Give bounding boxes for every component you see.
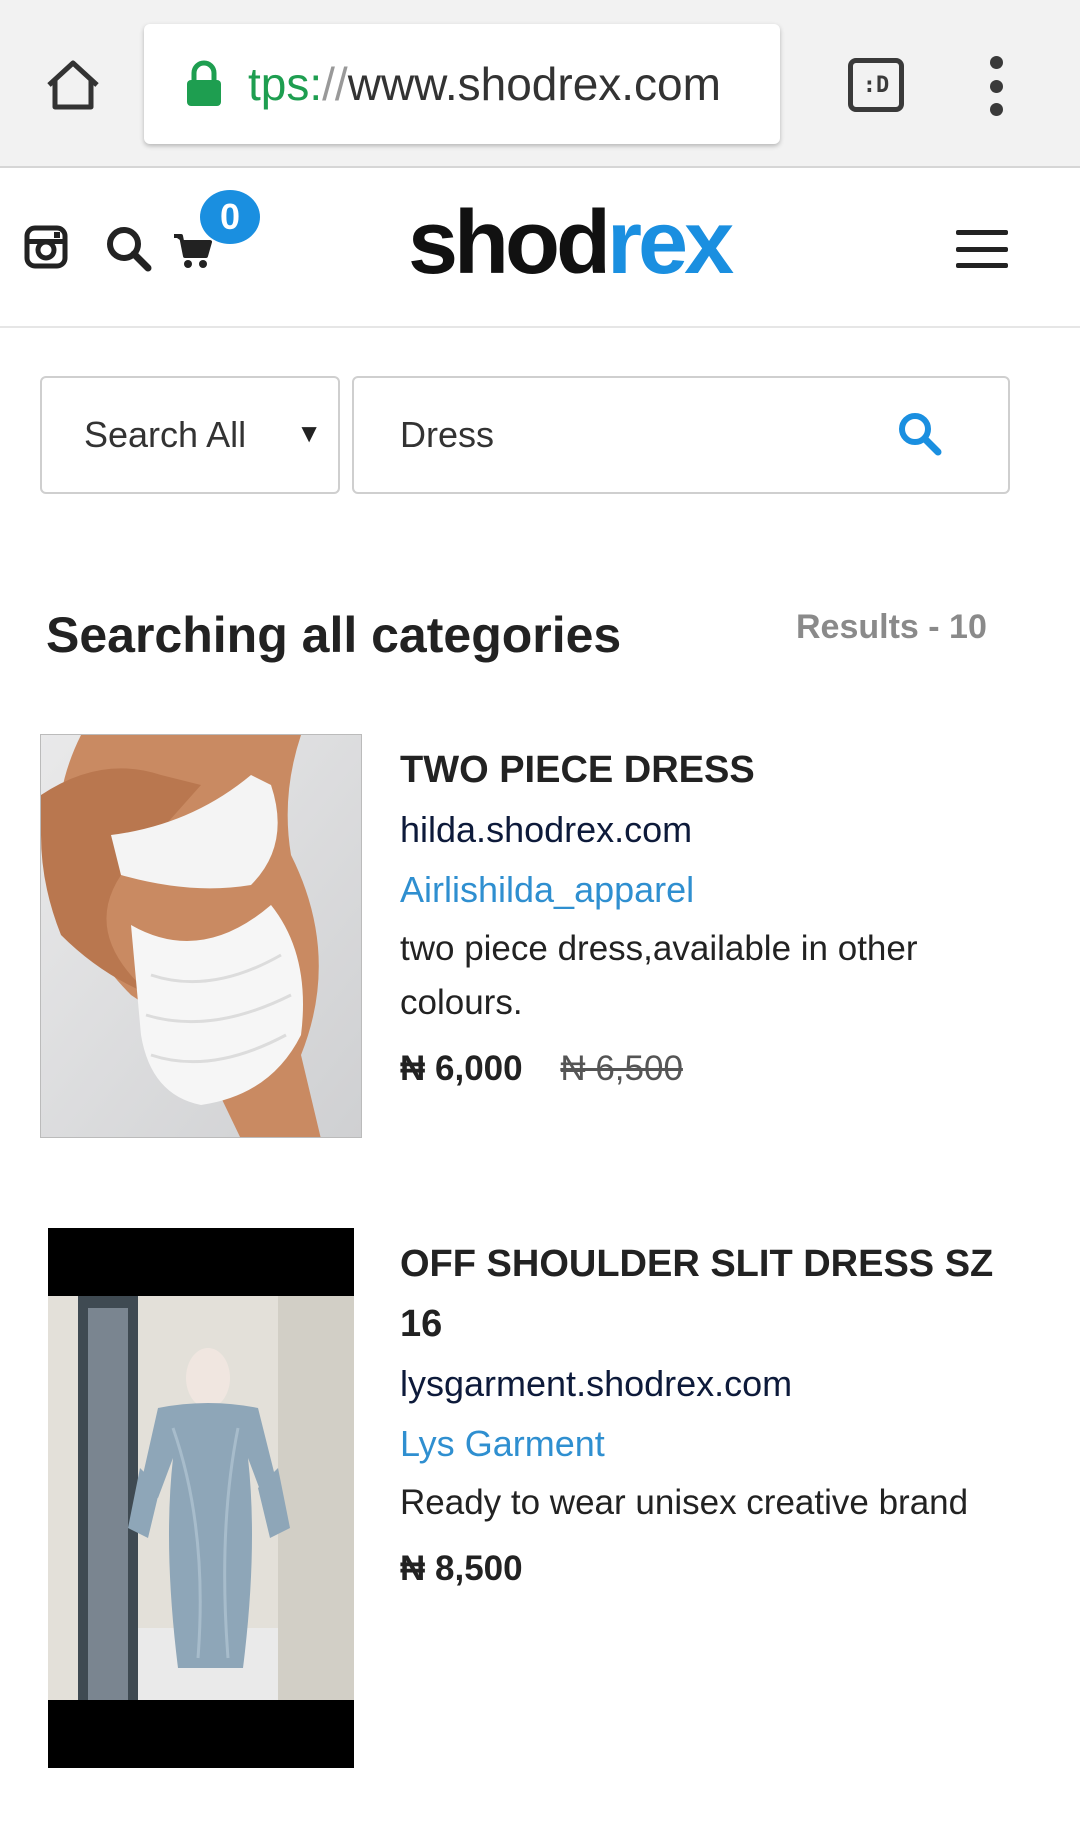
lock-icon	[187, 60, 221, 106]
product-title[interactable]: OFF SHOULDER SLIT DRESS SZ 16	[400, 1234, 1040, 1354]
product-info: TWO PIECE DRESS hilda.shodrex.com Airlis…	[400, 740, 1040, 1094]
url-text: tps://www.shodrex.com	[248, 57, 721, 111]
home-button[interactable]	[38, 50, 108, 120]
seller-link[interactable]: Airlishilda_apparel	[400, 860, 1040, 920]
cart-count-badge[interactable]: 0	[200, 190, 260, 244]
product-card[interactable]: OFF SHOULDER SLIT DRESS SZ 16 lysgarment…	[0, 1228, 1080, 1768]
browser-toolbar: tps://www.shodrex.com :D	[0, 0, 1080, 168]
product-description: two piece dress,available in other colou…	[400, 929, 918, 1022]
menu-line	[956, 246, 1008, 252]
results-count: Results - 10	[796, 608, 987, 646]
product-card[interactable]: TWO PIECE DRESS hilda.shodrex.com Airlis…	[0, 734, 1080, 1144]
menu-line	[956, 230, 1008, 235]
product-photo-blue-dress	[48, 1228, 354, 1768]
search-submit-icon[interactable]	[894, 408, 946, 460]
cart-icon[interactable]	[172, 232, 214, 270]
dot-icon	[989, 79, 1003, 93]
logo-text-blue: rex	[606, 193, 734, 293]
site-header: 0 shodrex	[0, 170, 1080, 328]
seller-link[interactable]: Lys Garment	[400, 1414, 1040, 1474]
instagram-icon[interactable]	[24, 225, 68, 269]
search-query-text: Dress	[400, 414, 495, 455]
product-image[interactable]	[48, 1228, 354, 1768]
product-description: Ready to wear unisex creative brand	[400, 1483, 969, 1522]
search-input[interactable]: Dress	[352, 376, 1010, 494]
site-logo[interactable]: shodrex	[408, 198, 734, 288]
home-icon	[47, 60, 99, 110]
product-image[interactable]	[40, 734, 362, 1138]
browser-menu-button[interactable]	[978, 56, 1014, 116]
dropdown-arrow-icon: ▼	[296, 418, 322, 448]
price-row: ₦ 6,000 ₦ 6,500	[400, 1044, 1040, 1094]
original-price: ₦ 6,500	[560, 1049, 683, 1088]
dot-icon	[989, 56, 1003, 69]
price-row: ₦ 8,500	[400, 1544, 1040, 1594]
url-host: www.shodrex.com	[347, 58, 721, 110]
dot-icon	[989, 103, 1003, 116]
store-domain[interactable]: lysgarment.shodrex.com	[400, 1354, 1040, 1414]
address-bar[interactable]: tps://www.shodrex.com	[144, 24, 780, 144]
product-photo-white-dress	[41, 735, 361, 1137]
product-title[interactable]: TWO PIECE DRESS	[400, 740, 1040, 800]
product-price: ₦ 8,500	[400, 1549, 523, 1588]
menu-line	[956, 263, 1008, 268]
url-separator: //	[322, 58, 348, 110]
product-price: ₦ 6,000	[400, 1049, 523, 1088]
category-select-value: Search All	[84, 414, 247, 455]
results-heading: Searching all categories	[46, 607, 622, 663]
tab-switcher-button[interactable]: :D	[848, 58, 904, 112]
store-domain[interactable]: hilda.shodrex.com	[400, 800, 1040, 860]
logo-text-dark: shod	[408, 193, 611, 293]
hamburger-menu-icon[interactable]	[956, 230, 1008, 268]
product-info: OFF SHOULDER SLIT DRESS SZ 16 lysgarment…	[400, 1234, 1040, 1594]
search-icon[interactable]	[104, 224, 152, 272]
url-scheme: tps:	[248, 58, 323, 110]
category-select[interactable]: Search All ▼	[40, 376, 340, 494]
